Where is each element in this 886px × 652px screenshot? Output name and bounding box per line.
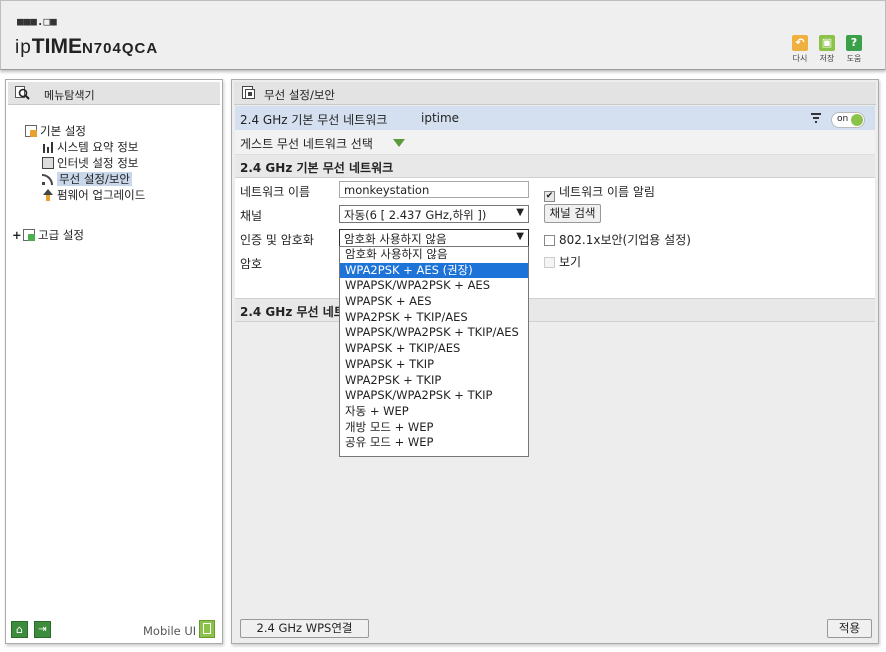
bar-chart-icon — [42, 141, 54, 153]
brand-prefix: ip — [15, 37, 32, 58]
auth-option[interactable]: WPA2PSK + TKIP/AES — [340, 310, 528, 326]
wireless-toggle[interactable]: on — [831, 112, 865, 128]
password-label: 암호 — [240, 257, 263, 271]
magnifier-icon — [15, 86, 30, 100]
upload-icon — [42, 189, 54, 201]
folder-settings-icon — [25, 125, 37, 137]
brand-logo: ipTIMEN704QCA — [15, 35, 158, 59]
content-header: 무선 설정/보안 — [234, 82, 876, 105]
auth-option[interactable]: 공유 모드 + WEP — [340, 435, 528, 451]
menu-explorer-panel: 메뉴탐색기 기본 설정 시스템 요약 정보 인터넷 설정 정보 무선 설정/보안… — [5, 79, 223, 644]
tree-item-firmware-upgrade[interactable]: 펌웨어 업그레이드 — [42, 187, 145, 203]
auth-option[interactable]: 개방 모드 + WEP — [340, 420, 528, 436]
help-button[interactable]: ? 도움 — [843, 35, 865, 64]
save-label: 저장 — [819, 54, 835, 63]
monitor-icon — [42, 157, 54, 169]
auth-value: 암호화 사용하지 않음 — [344, 232, 447, 246]
tree-item-advanced-settings[interactable]: + 고급 설정 — [12, 227, 84, 243]
network-bar-label: 2.4 GHz 기본 무선 네트워크 — [240, 113, 388, 127]
menu-explorer-title: 메뉴탐색기 — [44, 89, 95, 102]
filter-icon[interactable] — [811, 113, 821, 123]
tree-item-wireless-security[interactable]: 무선 설정/보안 — [42, 171, 133, 187]
header: ■■■.□■ ipTIMEN704QCA ↶ 다시 ▣ 저장 ? 도움 — [0, 0, 886, 70]
broadcast-label: 네트워크 이름 알림 — [559, 185, 655, 199]
dot1x-label: 802.1x보안(기업용 설정) — [559, 233, 691, 247]
broadcast-checkbox-row[interactable]: ✔ 네트워크 이름 알림 — [544, 183, 655, 202]
toggle-label: on — [837, 114, 849, 124]
network-bar-ssid: iptime — [421, 111, 460, 125]
tree-item-basic-settings[interactable]: 기본 설정 — [25, 123, 86, 139]
tree-label: 시스템 요약 정보 — [57, 140, 139, 154]
auth-option[interactable]: WPAPSK + TKIP — [340, 357, 528, 373]
help-label: 도움 — [846, 54, 862, 63]
wps-connect-button[interactable]: 2.4 GHz WPS연결 — [240, 619, 369, 638]
expand-plus-icon[interactable]: + — [12, 228, 23, 242]
auth-option[interactable]: WPAPSK + TKIP/AES — [340, 341, 528, 357]
tree-label: 인터넷 설정 정보 — [57, 156, 139, 170]
content-panel: 무선 설정/보안 2.4 GHz 기본 무선 네트워크 iptime on 게스… — [231, 79, 879, 644]
broadcast-checkbox[interactable]: ✔ — [544, 191, 555, 202]
triangle-down-icon[interactable] — [393, 139, 405, 147]
auth-option[interactable]: WPAPSK/WPA2PSK + TKIP — [340, 388, 528, 404]
mobile-phone-icon[interactable] — [199, 620, 215, 638]
tree-label: 기본 설정 — [40, 124, 86, 138]
settings-form: 네트워크 이름 monkeystation ✔ 네트워크 이름 알림 채널 자동(… — [235, 178, 875, 298]
auth-option[interactable]: WPAPSK + AES — [340, 294, 528, 310]
network-name-input[interactable]: monkeystation — [339, 181, 529, 198]
auth-label: 인증 및 암호화 — [240, 233, 314, 247]
show-password-row[interactable]: 보기 — [544, 253, 581, 270]
save-button[interactable]: ▣ 저장 — [816, 35, 838, 64]
network-bar[interactable]: 2.4 GHz 기본 무선 네트워크 iptime on — [235, 106, 875, 130]
model-name: N704QCA — [81, 40, 159, 57]
show-password-label: 보기 — [559, 255, 582, 269]
page-settings-icon — [242, 86, 255, 99]
tree-label-selected: 무선 설정/보안 — [57, 172, 133, 186]
channel-select[interactable]: 자동(6 [ 2.437 GHz,하위 ]) ▼ — [339, 205, 529, 223]
guest-network-row[interactable]: 게스트 무선 네트워크 선택 — [235, 130, 875, 155]
network-name-label: 네트워크 이름 — [240, 185, 311, 199]
section2-title: 2.4 GHz 무선 네트 — [240, 305, 345, 319]
channel-value: 자동(6 [ 2.437 GHz,하위 ]) — [344, 208, 487, 222]
undo-button[interactable]: ↶ 다시 — [789, 35, 811, 64]
tree-item-system-summary[interactable]: 시스템 요약 정보 — [42, 139, 138, 155]
dot1x-checkbox-row[interactable]: 802.1x보안(기업용 설정) — [544, 231, 691, 248]
menu-explorer-header: 메뉴탐색기 — [8, 82, 220, 105]
logo-dots: ■■■.□■ — [17, 15, 57, 28]
tree-label: 고급 설정 — [38, 228, 84, 242]
wifi-icon — [42, 173, 54, 185]
toggle-knob — [851, 114, 863, 126]
tree-label: 펌웨어 업그레이드 — [57, 188, 146, 202]
channel-scan-button[interactable]: 채널 검색 — [544, 204, 601, 223]
guest-network-label: 게스트 무선 네트워크 선택 — [240, 137, 373, 151]
section-header: 2.4 GHz 기본 무선 네트워크 — [235, 155, 875, 178]
channel-label: 채널 — [240, 209, 263, 223]
undo-icon: ↶ — [792, 35, 808, 51]
dot1x-checkbox[interactable] — [544, 235, 555, 246]
brand-main: TIME — [31, 35, 82, 58]
auth-option[interactable]: WPAPSK/WPA2PSK + TKIP/AES — [340, 325, 528, 341]
mobile-ui-link[interactable]: Mobile UI — [143, 624, 196, 638]
chevron-down-icon: ▼ — [516, 231, 524, 242]
auth-option[interactable]: 암호화 사용하지 않음 — [340, 247, 528, 263]
undo-label: 다시 — [792, 54, 808, 63]
section2-header: 2.4 GHz 무선 네트 — [235, 298, 875, 322]
show-password-checkbox[interactable] — [544, 257, 555, 268]
tree-item-internet-info[interactable]: 인터넷 설정 정보 — [42, 155, 138, 171]
logout-icon[interactable]: ⇥ — [34, 621, 51, 638]
left-footer: ⌂ ⇥ Mobile UI — [6, 617, 222, 643]
help-icon: ? — [846, 35, 862, 51]
section-title: 2.4 GHz 기본 무선 네트워크 — [240, 161, 394, 175]
auth-option[interactable]: 자동 + WEP — [340, 404, 528, 420]
auth-select[interactable]: 암호화 사용하지 않음 ▼ — [339, 229, 529, 247]
save-icon: ▣ — [819, 35, 835, 51]
home-icon[interactable]: ⌂ — [11, 621, 28, 638]
content-title: 무선 설정/보안 — [264, 88, 336, 102]
chevron-down-icon: ▼ — [516, 207, 524, 218]
auth-option[interactable]: WPAPSK/WPA2PSK + AES — [340, 278, 528, 294]
apply-button[interactable]: 적용 — [827, 619, 872, 638]
auth-dropdown-list[interactable]: 암호화 사용하지 않음 WPA2PSK + AES (권장) WPAPSK/WPA2… — [339, 246, 529, 457]
auth-option[interactable]: WPA2PSK + AES (권장) — [340, 262, 528, 279]
auth-option[interactable]: WPA2PSK + TKIP — [340, 373, 528, 389]
folder-settings-icon — [23, 229, 35, 241]
